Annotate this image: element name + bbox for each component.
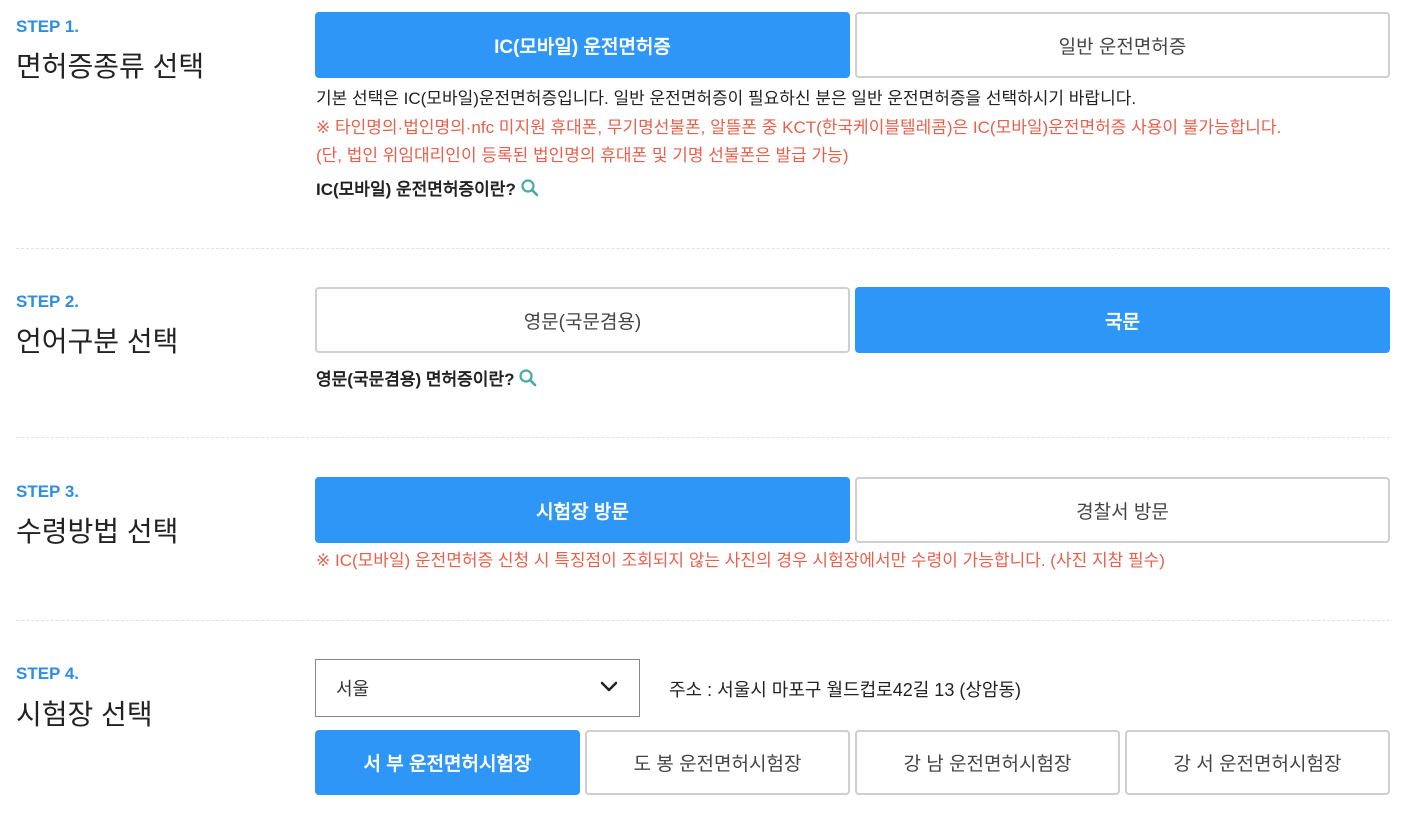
chevron-down-icon (599, 678, 619, 699)
language-korean-button[interactable]: 국문 (855, 287, 1390, 353)
center-dobong-button[interactable]: 도 봉 운전면허시험장 (585, 730, 850, 795)
license-type-general-button[interactable]: 일반 운전면허증 (855, 12, 1390, 78)
step4-number: STEP 4. (16, 664, 79, 683)
license-type-notice-exception: (단, 법인 위임대리인이 등록된 법인명의 휴대폰 및 기명 선불폰은 발급 … (316, 146, 849, 165)
center-gangseo-button[interactable]: 강 서 운전면허시험장 (1125, 730, 1390, 795)
step1-title: 면허증종류 선택 (16, 51, 205, 82)
receive-police-station-button[interactable]: 경찰서 방문 (855, 477, 1390, 543)
english-license-info-label: 영문(국문겸용) 면허증이란? (316, 370, 515, 389)
step2-number: STEP 2. (16, 292, 79, 311)
section-divider (16, 248, 1390, 249)
search-icon[interactable] (520, 178, 540, 203)
ic-license-info-label: IC(모바일) 운전면허증이란? (316, 180, 516, 199)
receive-test-center-button[interactable]: 시험장 방문 (315, 477, 850, 543)
step1-number: STEP 1. (16, 17, 79, 36)
test-center-address: 주소 : 서울시 마포구 월드컵로42길 13 (상암동) (669, 680, 1021, 700)
center-seobu-button[interactable]: 서 부 운전면허시험장 (315, 730, 580, 795)
step3-number: STEP 3. (16, 482, 79, 501)
step2-title: 언어구분 선택 (16, 326, 179, 357)
ic-license-info-link[interactable]: IC(모바일) 운전면허증이란? (316, 175, 540, 203)
region-select[interactable]: 서울 (315, 659, 640, 717)
receive-method-notice: ※ IC(모바일) 운전면허증 신청 시 특징점이 조회되지 않는 사진의 경우… (316, 551, 1165, 570)
license-type-description: 기본 선택은 IC(모바일)운전면허증입니다. 일반 운전면허증이 필요하신 분… (316, 89, 1137, 108)
center-gangnam-button[interactable]: 강 남 운전면허시험장 (855, 730, 1120, 795)
language-english-button[interactable]: 영문(국문겸용) (315, 287, 850, 353)
step4-title: 시험장 선택 (16, 699, 153, 730)
step3-title: 수령방법 선택 (16, 516, 179, 547)
section-divider (16, 437, 1390, 438)
license-type-ic-button[interactable]: IC(모바일) 운전면허증 (315, 12, 850, 78)
search-icon[interactable] (518, 368, 538, 393)
english-license-info-link[interactable]: 영문(국문겸용) 면허증이란? (316, 365, 538, 393)
license-type-notice: ※ 타인명의·법인명의·nfc 미지원 휴대폰, 무기명선불폰, 알뜰폰 중 K… (316, 118, 1282, 137)
section-divider (16, 620, 1390, 621)
region-select-value: 서울 (336, 679, 370, 699)
